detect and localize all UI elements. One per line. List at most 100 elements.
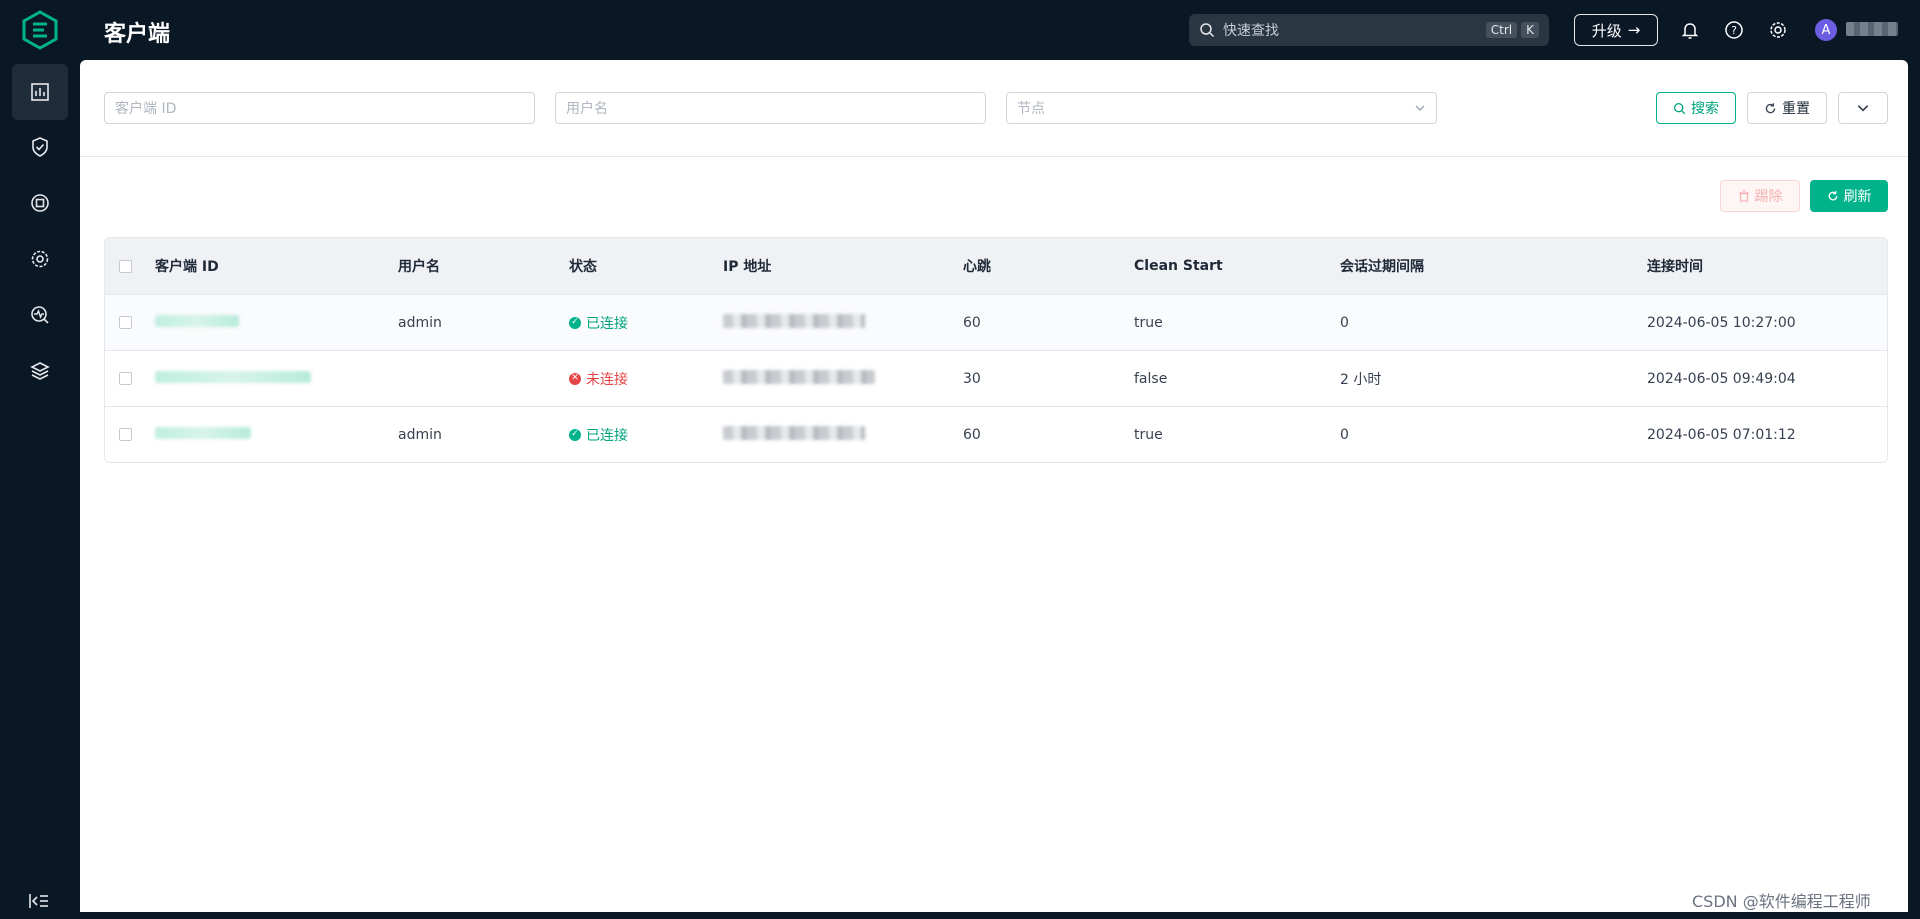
session-expiry-cell: 2 小时 bbox=[1340, 371, 1382, 388]
username-placeholder: 用户名 bbox=[566, 101, 608, 117]
search-icon bbox=[1200, 23, 1215, 38]
error-circle-icon: ✕ bbox=[569, 372, 581, 385]
check-circle-icon: ✓ bbox=[569, 428, 581, 441]
page-title: 客户端 bbox=[104, 22, 171, 47]
client-id-link-redacted[interactable] bbox=[155, 314, 239, 327]
column-header[interactable]: 会话过期间隔 bbox=[1340, 256, 1647, 276]
shortcut-key-ctrl: Ctrl bbox=[1485, 22, 1518, 38]
quick-search-placeholder: 快速查找 bbox=[1223, 23, 1279, 39]
column-header[interactable]: 心跳 bbox=[963, 256, 1134, 276]
session-expiry-cell: 0 bbox=[1340, 426, 1349, 443]
bell-icon[interactable] bbox=[1678, 18, 1702, 42]
upgrade-label: 升级 bbox=[1591, 21, 1622, 40]
node-select[interactable]: 节点 bbox=[1006, 92, 1437, 124]
chip-icon bbox=[31, 194, 49, 212]
status-badge: ✕ 未连接 bbox=[569, 369, 628, 389]
dashboard-icon bbox=[31, 83, 49, 101]
heartbeat-cell: 60 bbox=[963, 314, 981, 331]
shield-icon bbox=[32, 137, 48, 157]
collapse-icon[interactable] bbox=[28, 892, 50, 910]
quick-search-input[interactable]: 快速查找 Ctrl K bbox=[1189, 14, 1549, 46]
clean-start-cell: false bbox=[1134, 370, 1168, 387]
expand-filters-button[interactable] bbox=[1838, 92, 1888, 124]
main-panel: 客户端 ID 用户名 节点 搜索 重置 踢除 刷新 客户端 ID 用户名 状态 … bbox=[80, 60, 1908, 912]
topbar: 客户端 快速查找 Ctrl K 升级 → ? A bbox=[80, 0, 1920, 60]
heartbeat-cell: 60 bbox=[963, 426, 981, 443]
row-checkbox[interactable] bbox=[119, 316, 132, 329]
status-badge: ✓ 已连接 bbox=[569, 425, 628, 445]
clean-start-cell: true bbox=[1134, 314, 1163, 331]
client-id-link-redacted[interactable] bbox=[155, 370, 311, 383]
upgrade-button[interactable]: 升级 → bbox=[1574, 14, 1658, 46]
row-checkbox[interactable] bbox=[119, 372, 132, 385]
client-id-placeholder: 客户端 ID bbox=[115, 101, 177, 117]
search-button[interactable]: 搜索 bbox=[1656, 92, 1736, 124]
table-header: 客户端 ID 用户名 状态 IP 地址 心跳 Clean Start 会话过期间… bbox=[105, 238, 1887, 294]
column-header[interactable]: IP 地址 bbox=[723, 256, 963, 276]
app-logo-icon[interactable] bbox=[20, 10, 60, 50]
sidebar-item-extensions[interactable] bbox=[12, 343, 68, 399]
monitor-icon bbox=[31, 306, 49, 324]
column-header[interactable]: Clean Start bbox=[1134, 258, 1340, 274]
watermark-text: CSDN @软件编程工程师 bbox=[1692, 892, 1871, 911]
client-id-input[interactable]: 客户端 ID bbox=[104, 92, 535, 124]
chevron-down-icon bbox=[1415, 105, 1425, 111]
clean-start-cell: true bbox=[1134, 426, 1163, 443]
svg-text:?: ? bbox=[1731, 24, 1737, 37]
refresh-label: 刷新 bbox=[1843, 189, 1872, 205]
chevron-down-icon bbox=[1857, 105, 1869, 112]
table-row[interactable]: ✕ 未连接 30 false 2 小时 2024-06-05 09:49:04 bbox=[105, 350, 1887, 406]
select-all-checkbox[interactable] bbox=[119, 259, 132, 273]
column-header[interactable]: 连接时间 bbox=[1647, 256, 1887, 276]
status-text: 未连接 bbox=[586, 371, 628, 388]
sidebar-item-diagnose[interactable] bbox=[12, 287, 68, 343]
clients-table: 客户端 ID 用户名 状态 IP 地址 心跳 Clean Start 会话过期间… bbox=[104, 237, 1888, 463]
shortcut-key-k: K bbox=[1521, 22, 1539, 38]
check-circle-icon: ✓ bbox=[569, 316, 581, 329]
sidebar bbox=[0, 0, 80, 919]
reset-label: 重置 bbox=[1782, 101, 1810, 117]
sidebar-item-management[interactable] bbox=[12, 231, 68, 287]
column-header[interactable]: 用户名 bbox=[398, 256, 569, 276]
reset-icon bbox=[1765, 102, 1776, 113]
status-badge: ✓ 已连接 bbox=[569, 313, 628, 333]
username-cell: admin bbox=[398, 314, 442, 331]
table-row[interactable]: admin ✓ 已连接 60 true 0 2024-06-05 07:01:1… bbox=[105, 406, 1887, 462]
session-expiry-cell: 0 bbox=[1340, 314, 1349, 331]
kick-out-button[interactable]: 踢除 bbox=[1720, 180, 1800, 212]
column-header[interactable]: 状态 bbox=[569, 256, 723, 276]
kick-out-label: 踢除 bbox=[1754, 189, 1783, 205]
reset-button[interactable]: 重置 bbox=[1747, 92, 1827, 124]
status-text: 已连接 bbox=[586, 427, 628, 444]
sidebar-item-dashboard[interactable] bbox=[12, 64, 68, 120]
username-input[interactable]: 用户名 bbox=[555, 92, 986, 124]
search-icon bbox=[1673, 102, 1686, 114]
heartbeat-cell: 30 bbox=[963, 370, 981, 387]
ip-address-redacted bbox=[723, 425, 865, 440]
avatar[interactable]: A bbox=[1815, 19, 1837, 41]
sidebar-item-access-control[interactable] bbox=[12, 119, 68, 175]
search-label: 搜索 bbox=[1691, 101, 1719, 117]
ip-address-redacted bbox=[723, 369, 875, 384]
user-name-redacted[interactable] bbox=[1846, 22, 1898, 36]
username-cell: admin bbox=[398, 426, 442, 443]
ip-address-redacted bbox=[723, 313, 865, 328]
gear-chip-icon bbox=[31, 250, 49, 268]
row-checkbox[interactable] bbox=[119, 428, 132, 441]
refresh-button[interactable]: 刷新 bbox=[1810, 180, 1888, 212]
refresh-icon bbox=[1828, 191, 1837, 201]
arrow-right-icon: → bbox=[1627, 21, 1641, 39]
node-placeholder: 节点 bbox=[1017, 101, 1045, 117]
connected-at-cell: 2024-06-05 10:27:00 bbox=[1647, 314, 1796, 331]
layers-icon bbox=[30, 362, 50, 380]
table-row[interactable]: admin ✓ 已连接 60 true 0 2024-06-05 10:27:0… bbox=[105, 294, 1887, 350]
trash-icon bbox=[1738, 190, 1749, 202]
settings-gear-icon[interactable] bbox=[1766, 18, 1790, 42]
client-id-link-redacted[interactable] bbox=[155, 426, 251, 439]
filter-bar: 客户端 ID 用户名 节点 搜索 重置 bbox=[80, 60, 1908, 157]
help-icon[interactable]: ? bbox=[1722, 18, 1746, 42]
connected-at-cell: 2024-06-05 07:01:12 bbox=[1647, 426, 1796, 443]
sidebar-item-integration[interactable] bbox=[12, 175, 68, 231]
column-header[interactable]: 客户端 ID bbox=[155, 256, 398, 276]
connected-at-cell: 2024-06-05 09:49:04 bbox=[1647, 370, 1796, 387]
